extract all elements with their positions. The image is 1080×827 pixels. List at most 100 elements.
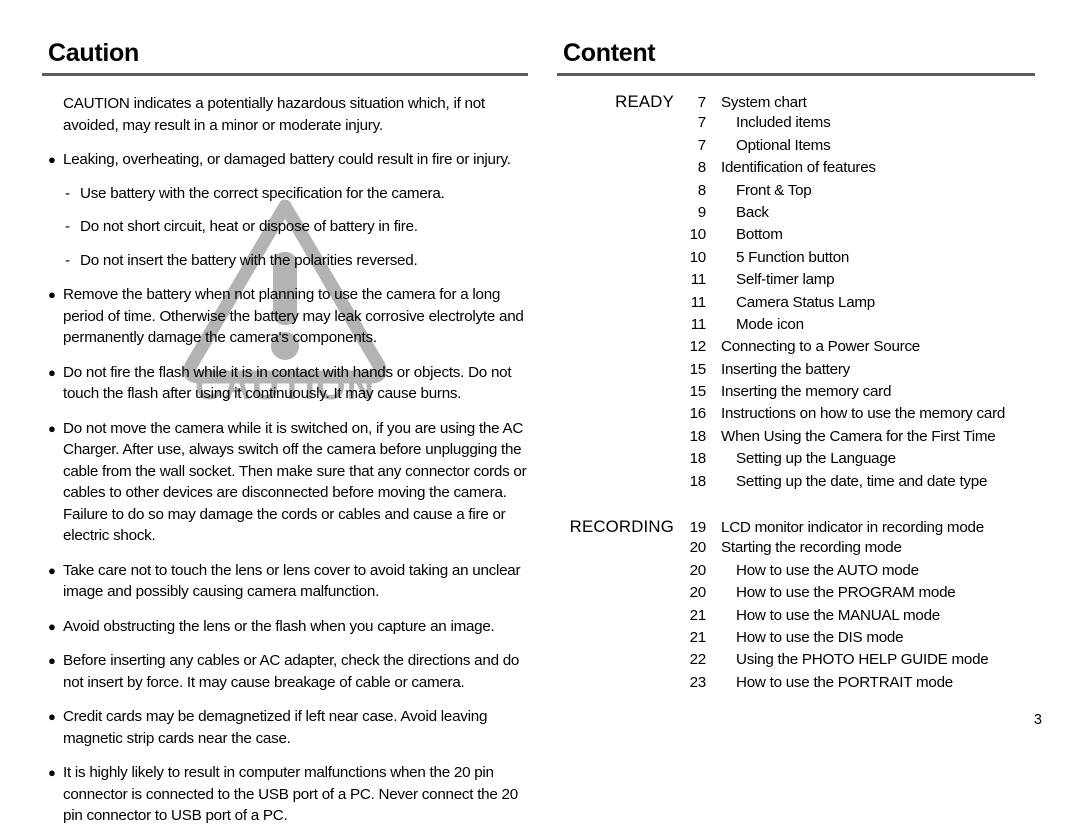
toc-page-number: 11 bbox=[690, 271, 707, 289]
toc-entry-title[interactable]: Front & Top bbox=[706, 182, 812, 199]
toc-entry-title[interactable]: Setting up the Language bbox=[706, 450, 896, 467]
toc-page-number: 7 bbox=[697, 136, 706, 154]
toc-page-number: 20 bbox=[689, 539, 707, 557]
toc-page-number: 18 bbox=[689, 472, 707, 490]
toc-page-number: 20 bbox=[689, 561, 707, 579]
toc-entry-title[interactable]: How to use the PORTRAIT mode bbox=[706, 674, 953, 691]
toc-row[interactable]: 10 Bottom bbox=[557, 226, 1035, 248]
toc-entry-title[interactable]: Connecting to a Power Source bbox=[706, 338, 920, 355]
caution-heading-rule bbox=[42, 73, 528, 76]
toc-entry-title[interactable]: Inserting the battery bbox=[706, 361, 850, 378]
caution-item-text: Take care not to touch the lens or lens … bbox=[63, 561, 521, 601]
toc-page-number: 7 bbox=[697, 114, 706, 132]
toc-entry-title[interactable]: How to use the PROGRAM mode bbox=[706, 584, 956, 601]
dash-marker-icon: - bbox=[65, 184, 70, 202]
toc-entry-title[interactable]: Included items bbox=[706, 114, 831, 131]
toc-page-number: 23 bbox=[689, 673, 707, 691]
caution-sub-item-text: Do not insert the battery with the polar… bbox=[80, 251, 418, 269]
caution-item-text: It is highly likely to result in compute… bbox=[63, 764, 518, 824]
bullet-dot-icon: ● bbox=[48, 152, 56, 167]
bullet-dot-icon: ● bbox=[48, 364, 56, 380]
page-number: 3 bbox=[1033, 712, 1042, 728]
caution-heading: Caution bbox=[48, 39, 139, 67]
toc-entry-title[interactable]: Camera Status Lamp bbox=[706, 294, 875, 311]
toc-entry-title[interactable]: Identification of features bbox=[706, 159, 876, 176]
toc-page-number: 12 bbox=[689, 338, 707, 356]
toc-entry-title[interactable]: Starting the recording mode bbox=[706, 539, 902, 556]
toc-entry-title[interactable]: LCD monitor indicator in recording mode bbox=[706, 519, 984, 536]
caution-bullet-item: ● Before inserting any cables or AC adapt… bbox=[42, 650, 528, 693]
caution-bullet-item: ● It is highly likely to result in comput… bbox=[42, 762, 528, 827]
toc-row[interactable]: 21 How to use the MANUAL mode bbox=[557, 607, 1035, 629]
content-heading: Content bbox=[563, 39, 656, 67]
toc-page-number: 11 bbox=[690, 315, 707, 333]
caution-bullet-item: ● Leaking, overheating, or damaged batter… bbox=[42, 149, 528, 171]
toc-row[interactable]: 23 How to use the PORTRAIT mode bbox=[557, 674, 1035, 696]
toc-entry-title[interactable]: System chart bbox=[706, 94, 807, 111]
toc-row[interactable]: 20 Starting the recording mode bbox=[557, 539, 1035, 561]
toc-entry-title[interactable]: How to use the MANUAL mode bbox=[706, 607, 940, 624]
toc-row[interactable]: 15 Inserting the battery bbox=[557, 361, 1035, 383]
toc-entry-title[interactable]: Bottom bbox=[706, 226, 783, 243]
toc-entry-title[interactable]: Instructions on how to use the memory ca… bbox=[706, 405, 1005, 422]
toc-page-number: 15 bbox=[689, 383, 707, 401]
toc-entry-title[interactable]: Setting up the date, time and date type bbox=[706, 473, 987, 490]
toc-row[interactable]: 11 Camera Status Lamp bbox=[557, 294, 1035, 316]
toc-entry-title[interactable]: Back bbox=[706, 204, 769, 221]
toc-row[interactable]: 22 Using the PHOTO HELP GUIDE mode bbox=[557, 651, 1035, 673]
toc-row[interactable]: 8 Front & Top bbox=[557, 182, 1035, 204]
toc-entry-title[interactable]: How to use the AUTO mode bbox=[706, 562, 919, 579]
caution-sub-item-text: Use battery with the correct specificati… bbox=[80, 184, 445, 202]
toc-row[interactable]: 12 Connecting to a Power Source bbox=[557, 338, 1035, 360]
toc-page-number: 18 bbox=[689, 450, 707, 468]
toc-row[interactable]: 16 Instructions on how to use the memory … bbox=[557, 405, 1035, 427]
content-heading-rule bbox=[557, 73, 1035, 76]
toc-entry-title[interactable]: Optional Items bbox=[706, 137, 831, 154]
toc-page-number: 11 bbox=[690, 293, 707, 311]
caution-bullet-item: ● Avoid obstructing the lens or the flash… bbox=[42, 616, 528, 638]
toc-row[interactable]: 15 Inserting the memory card bbox=[557, 383, 1035, 405]
toc-entry-title[interactable]: When Using the Camera for the First Time bbox=[706, 428, 996, 445]
caution-list: ● Leaking, overheating, or damaged batter… bbox=[42, 149, 528, 827]
toc-page-number: 15 bbox=[689, 360, 707, 378]
toc-row[interactable]: 7 Included items bbox=[557, 114, 1035, 136]
caution-item-text: Remove the battery when not planning to … bbox=[63, 286, 524, 346]
toc-page-number: 7 bbox=[697, 94, 706, 111]
toc-section-label: RECORDING bbox=[569, 517, 674, 537]
caution-bullet-item: ● Do not move the camera while it is swit… bbox=[42, 418, 528, 547]
toc-page-number: 10 bbox=[689, 226, 707, 244]
toc-row[interactable]: 8 Identification of features bbox=[557, 159, 1035, 181]
toc-page-number: 22 bbox=[689, 651, 707, 669]
toc-page-number: 20 bbox=[689, 584, 707, 602]
caution-bullet-item: ● Credit cards may be demagnetized if lef… bbox=[42, 706, 528, 749]
toc-entry-title[interactable]: Using the PHOTO HELP GUIDE mode bbox=[706, 651, 989, 668]
toc-row[interactable]: 20 How to use the PROGRAM mode bbox=[557, 584, 1035, 606]
toc-entry-title[interactable]: Self-timer lamp bbox=[706, 271, 835, 288]
toc-row[interactable]: 11 Self-timer lamp bbox=[557, 271, 1035, 293]
toc-row[interactable]: READY 7 System chart bbox=[557, 92, 1035, 114]
toc-row[interactable]: 18 When Using the Camera for the First Ti… bbox=[557, 428, 1035, 450]
toc-row[interactable]: 18 Setting up the Language bbox=[557, 450, 1035, 472]
toc-row[interactable]: 9 Back bbox=[557, 204, 1035, 226]
bullet-dot-icon: ● bbox=[48, 709, 56, 724]
caution-bullet-item: ● Take care not to touch the lens or lens… bbox=[42, 560, 528, 603]
toc-entry-title[interactable]: How to use the DIS mode bbox=[706, 629, 904, 646]
toc-entry-title[interactable]: Inserting the memory card bbox=[706, 383, 891, 400]
caution-column: Caution CAUTION indicates a potentially … bbox=[42, 38, 528, 827]
toc-page-number: 8 bbox=[697, 159, 706, 177]
toc-row[interactable]: 11 Mode icon bbox=[557, 316, 1035, 338]
toc-page-number: 16 bbox=[689, 405, 707, 423]
toc-page-number: 21 bbox=[689, 606, 707, 624]
caution-sub-item: - Use battery with the correct specificat… bbox=[42, 183, 528, 205]
toc-row[interactable]: 20 How to use the AUTO mode bbox=[557, 562, 1035, 584]
bullet-dot-icon: ● bbox=[48, 765, 56, 780]
toc-page-number: 19 bbox=[689, 519, 707, 537]
toc-entry-title[interactable]: 5 Function button bbox=[706, 249, 849, 266]
toc-row[interactable]: 18 Setting up the date, time and date typ… bbox=[557, 473, 1035, 495]
toc-row[interactable]: RECORDING 19 LCD monitor indicator in reco… bbox=[557, 517, 1035, 539]
toc-row[interactable]: 10 5 Function button bbox=[557, 249, 1035, 271]
toc-row[interactable]: 7 Optional Items bbox=[557, 137, 1035, 159]
caution-sub-item: - Do not short circuit, heat or dispose o… bbox=[42, 216, 528, 238]
toc-row[interactable]: 21 How to use the DIS mode bbox=[557, 629, 1035, 651]
toc-entry-title[interactable]: Mode icon bbox=[706, 316, 804, 333]
